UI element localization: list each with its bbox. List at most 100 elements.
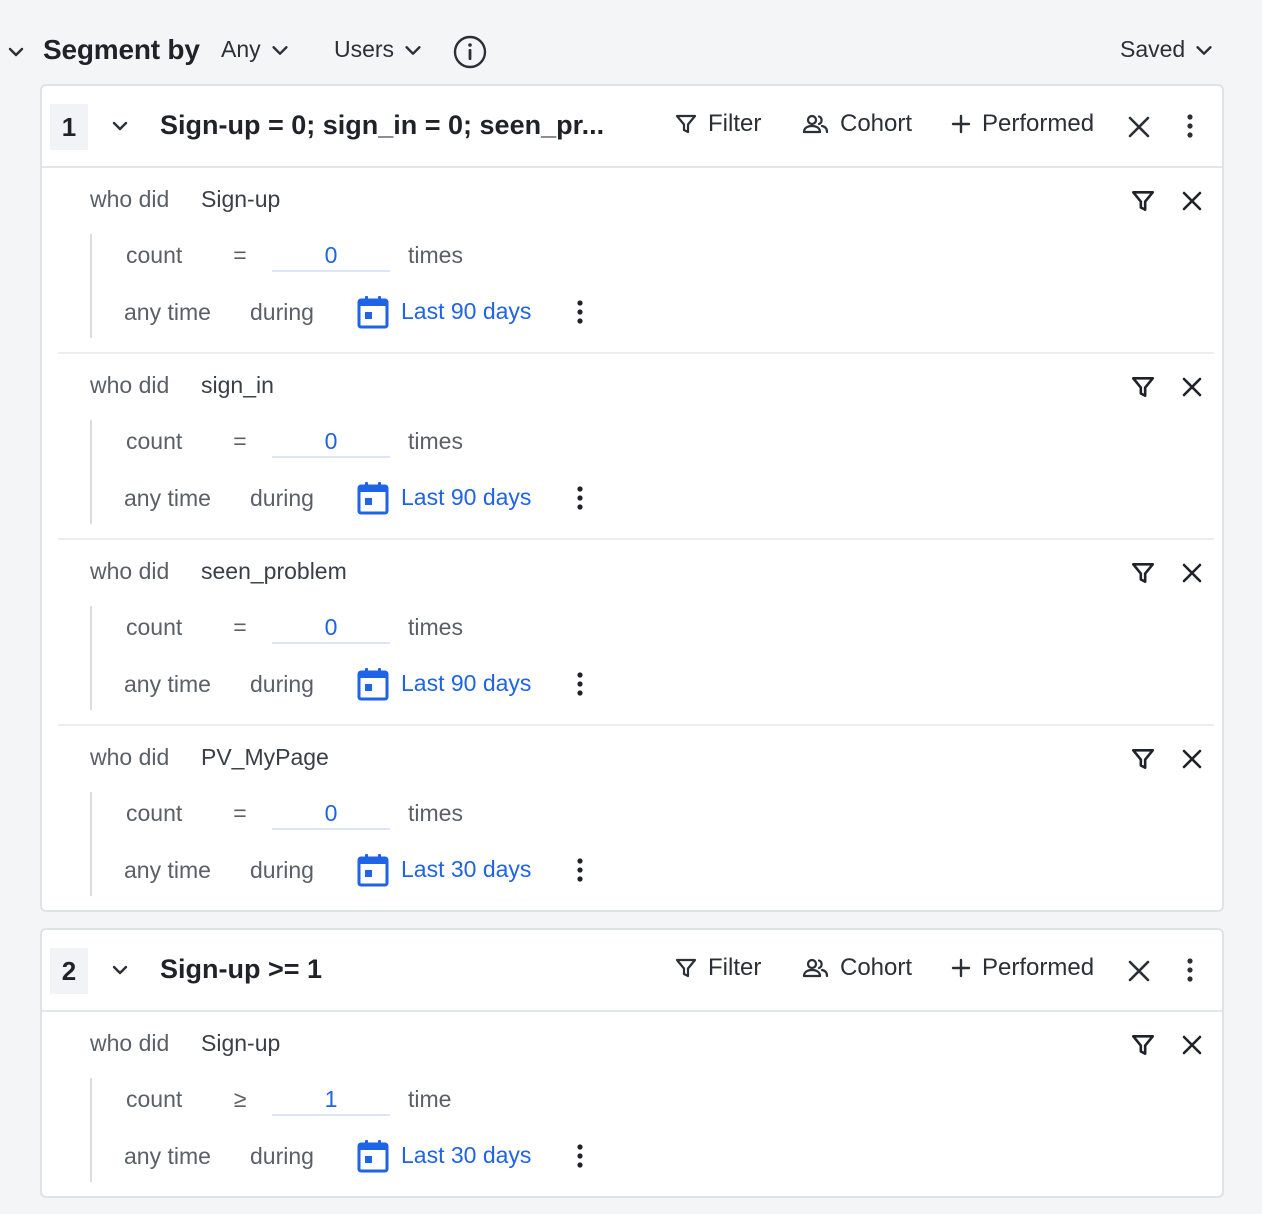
who-did-label: who did	[90, 558, 170, 584]
filter-icon[interactable]	[1130, 746, 1156, 772]
condition-divider	[90, 234, 92, 338]
times-label: time	[408, 1086, 452, 1112]
close-icon[interactable]	[1179, 374, 1205, 400]
event-name[interactable]: sign_in	[201, 372, 274, 399]
condition-row: who did PV_MyPage count = 0 times any ti…	[58, 726, 1214, 912]
close-icon[interactable]	[1179, 560, 1205, 586]
add-performed-button[interactable]: Performed	[950, 110, 1094, 138]
operator-select[interactable]: =	[230, 428, 250, 455]
time-scope-select[interactable]: any time	[124, 857, 211, 884]
during-label: during	[250, 671, 314, 697]
times-label: times	[408, 800, 463, 826]
operator-select[interactable]: =	[230, 242, 250, 269]
plus-icon	[950, 957, 972, 979]
entity-dropdown[interactable]: Users	[334, 36, 424, 63]
close-icon[interactable]	[1179, 1032, 1205, 1058]
operator-select[interactable]: ≥	[230, 1086, 250, 1113]
saved-segments-dropdown[interactable]: Saved	[1120, 36, 1215, 63]
more-vertical-icon[interactable]	[568, 484, 592, 512]
info-icon[interactable]	[452, 34, 488, 70]
match-mode-dropdown[interactable]: Any	[221, 36, 291, 63]
time-scope-select[interactable]: any time	[124, 485, 211, 512]
times-label: times	[408, 614, 463, 640]
segment-card-header: 2 Sign-up >= 1 Filter Cohort Performed	[42, 930, 1222, 1012]
calendar-icon[interactable]	[356, 666, 390, 702]
operator-select[interactable]: =	[230, 800, 250, 827]
add-performed-button[interactable]: Performed	[950, 954, 1094, 982]
segment-title[interactable]: Sign-up >= 1	[160, 954, 322, 985]
filter-icon	[674, 956, 698, 980]
close-icon[interactable]	[1179, 188, 1205, 214]
time-scope-select[interactable]: any time	[124, 671, 211, 698]
add-filter-button[interactable]: Filter	[674, 110, 761, 138]
performed-label: Performed	[982, 110, 1095, 137]
condition-row: who did Sign-up count = 0 times any time…	[58, 168, 1214, 354]
operator-select[interactable]: =	[230, 614, 250, 641]
chevron-down-icon	[1193, 39, 1215, 61]
more-vertical-icon[interactable]	[568, 1142, 592, 1170]
remove-segment-close-icon[interactable]	[1126, 958, 1152, 984]
close-icon[interactable]	[1179, 746, 1205, 772]
collapse-chevron-icon[interactable]	[4, 40, 28, 64]
who-did-label: who did	[90, 186, 170, 212]
segment-card: 2 Sign-up >= 1 Filter Cohort Performed w…	[40, 928, 1224, 1198]
filter-icon[interactable]	[1130, 188, 1156, 214]
cohort-label: Cohort	[840, 110, 913, 137]
add-filter-button[interactable]: Filter	[674, 954, 761, 982]
segment-title[interactable]: Sign-up = 0; sign_in = 0; seen_pr...	[160, 110, 604, 141]
time-scope-select[interactable]: any time	[124, 1143, 211, 1170]
segment-header: Segment by Any Users Saved	[0, 24, 1262, 80]
count-value-input[interactable]: 1	[272, 1082, 390, 1116]
remove-segment-close-icon[interactable]	[1126, 114, 1152, 140]
date-range-picker[interactable]: Last 30 days	[401, 856, 531, 883]
count-label: count	[126, 242, 183, 268]
time-scope-select[interactable]: any time	[124, 299, 211, 326]
plus-icon	[950, 113, 972, 135]
during-label: during	[250, 299, 314, 325]
collapse-chevron-icon[interactable]	[108, 114, 132, 138]
more-vertical-icon[interactable]	[568, 298, 592, 326]
cohort-icon	[802, 112, 830, 136]
calendar-icon[interactable]	[356, 480, 390, 516]
add-cohort-button[interactable]: Cohort	[802, 954, 912, 982]
calendar-icon[interactable]	[356, 1138, 390, 1174]
who-did-label: who did	[90, 1030, 170, 1056]
condition-divider	[90, 606, 92, 710]
event-name[interactable]: Sign-up	[201, 186, 280, 213]
chevron-down-icon	[402, 39, 424, 61]
date-range-picker[interactable]: Last 90 days	[401, 670, 531, 697]
count-value-input[interactable]: 0	[272, 238, 390, 272]
more-vertical-icon[interactable]	[568, 670, 592, 698]
filter-icon	[674, 112, 698, 136]
times-label: times	[408, 242, 463, 268]
calendar-icon[interactable]	[356, 294, 390, 330]
count-label: count	[126, 428, 183, 454]
during-label: during	[250, 857, 314, 883]
more-vertical-icon[interactable]	[1178, 956, 1202, 984]
event-name[interactable]: seen_problem	[201, 558, 347, 585]
count-value-input[interactable]: 0	[272, 424, 390, 458]
date-range-picker[interactable]: Last 90 days	[401, 298, 531, 325]
who-did-label: who did	[90, 744, 170, 770]
date-range-picker[interactable]: Last 30 days	[401, 1142, 531, 1169]
segment-number: 1	[50, 104, 88, 150]
condition-divider	[90, 420, 92, 524]
chevron-down-icon	[269, 39, 291, 61]
segment-number: 2	[50, 948, 88, 994]
condition-row: who did sign_in count = 0 times any time…	[58, 354, 1214, 540]
more-vertical-icon[interactable]	[1178, 112, 1202, 140]
count-value-input[interactable]: 0	[272, 796, 390, 830]
calendar-icon[interactable]	[356, 852, 390, 888]
filter-icon[interactable]	[1130, 374, 1156, 400]
count-value-input[interactable]: 0	[272, 610, 390, 644]
filter-icon[interactable]	[1130, 1032, 1156, 1058]
match-mode-value: Any	[221, 36, 261, 62]
filter-icon[interactable]	[1130, 560, 1156, 586]
condition-row: who did seen_problem count = 0 times any…	[58, 540, 1214, 726]
more-vertical-icon[interactable]	[568, 856, 592, 884]
date-range-picker[interactable]: Last 90 days	[401, 484, 531, 511]
collapse-chevron-icon[interactable]	[108, 958, 132, 982]
add-cohort-button[interactable]: Cohort	[802, 110, 912, 138]
event-name[interactable]: Sign-up	[201, 1030, 280, 1057]
event-name[interactable]: PV_MyPage	[201, 744, 329, 771]
